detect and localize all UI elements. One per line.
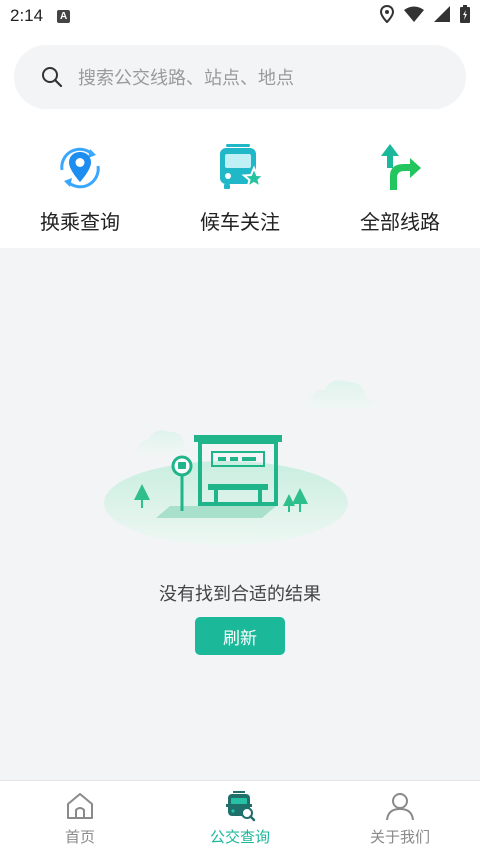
nav-label: 关于我们: [369, 828, 430, 846]
route-split-arrow-icon: [372, 140, 428, 196]
nav-label: 公交查询: [209, 828, 270, 846]
home-icon: [64, 790, 96, 822]
battery-icon: [460, 5, 470, 27]
status-icons: [379, 0, 470, 32]
refresh-button[interactable]: 刷新: [195, 617, 285, 655]
bus-star-icon: [212, 140, 268, 196]
nav-label: 首页: [64, 828, 95, 846]
empty-state-message: 没有找到合适的结果: [159, 584, 321, 605]
status-bar: 2:14 A: [0, 0, 480, 32]
quick-action-transfer[interactable]: 换乘查询: [0, 140, 160, 240]
bus-search-icon: [224, 790, 256, 822]
wifi-icon: [404, 6, 424, 26]
user-icon: [384, 790, 416, 822]
nav-about[interactable]: 关于我们: [320, 781, 480, 853]
search-icon: [40, 65, 64, 89]
notification-icon: A: [57, 9, 71, 23]
quick-action-label: 全部线路: [360, 210, 440, 234]
nav-bus-search[interactable]: 公交查询: [160, 781, 320, 853]
quick-action-all-routes[interactable]: 全部线路: [320, 140, 480, 240]
content-area: 没有找到合适的结果 刷新: [0, 248, 480, 780]
quick-action-label: 候车关注: [200, 210, 280, 234]
transfer-location-icon: [52, 140, 108, 196]
nav-home[interactable]: 首页: [0, 781, 160, 853]
search-bar[interactable]: 搜索公交线路、站点、地点: [14, 45, 466, 109]
bus-stop-illustration: [96, 368, 384, 548]
quick-actions: 换乘查询 候车关注 全部线路: [0, 140, 480, 240]
signal-icon: [434, 6, 450, 26]
quick-action-favorites[interactable]: 候车关注: [160, 140, 320, 240]
quick-action-label: 换乘查询: [40, 210, 120, 234]
location-icon: [379, 4, 395, 27]
search-input[interactable]: 搜索公交线路、站点、地点: [78, 64, 294, 90]
status-time: 2:14: [10, 6, 44, 25]
top-panel: 搜索公交线路、站点、地点 换乘查询 候车关注 全部线路: [0, 32, 480, 248]
bottom-nav: 首页 公交查询 关于我们: [0, 780, 480, 853]
